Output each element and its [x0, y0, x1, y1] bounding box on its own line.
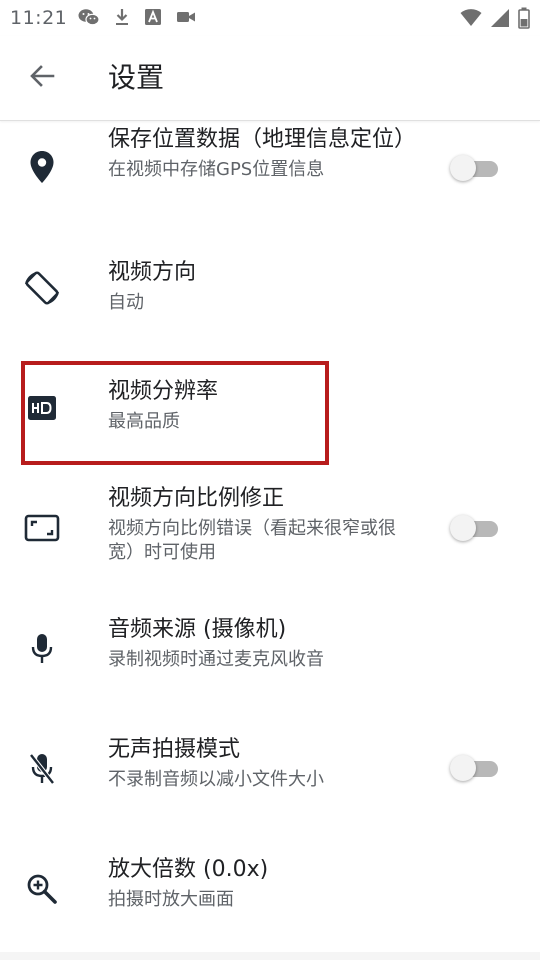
hd-icon [22, 388, 62, 428]
wifi-icon [460, 8, 482, 28]
setting-title: 视频方向比例修正 [108, 486, 285, 511]
back-button[interactable] [22, 58, 62, 98]
setting-text: 视频分辨率 最高品质 [108, 378, 408, 434]
save-location-toggle[interactable] [448, 153, 502, 183]
arrow-back-icon [28, 62, 56, 94]
setting-text: 保存位置数据（地理信息定位） 在视频中存储GPS位置信息 [108, 126, 417, 182]
setting-subtitle: 最高品质 [108, 411, 180, 432]
screen-rotation-icon [22, 268, 62, 308]
download-icon [114, 8, 130, 26]
page-title: 设置 [108, 61, 165, 94]
location-pin-icon [22, 147, 62, 187]
setting-text: 音频来源 (摄像机) 录制视频时通过麦克风收音 [108, 616, 408, 672]
navigation-bar [0, 952, 540, 960]
microphone-icon [22, 629, 62, 669]
aspect-correction-toggle[interactable] [448, 513, 502, 543]
setting-text: 视频方向 自动 [108, 259, 408, 315]
status-bar: 11:21 [0, 0, 540, 36]
setting-save-location[interactable]: 保存位置数据（地理信息定位） 在视频中存储GPS位置信息 [0, 121, 540, 233]
setting-video-orientation[interactable]: 视频方向 自动 [0, 241, 540, 351]
setting-subtitle: 在视频中存储GPS位置信息 [108, 159, 325, 180]
setting-subtitle: 不录制音频以减小文件大小 [108, 769, 324, 790]
setting-title: 视频分辨率 [108, 379, 219, 404]
setting-title: 无声拍摄模式 [108, 737, 241, 762]
setting-title: 保存位置数据（地理信息定位） [108, 127, 417, 152]
setting-text: 放大倍数 (0.0x) 拍摄时放大画面 [108, 856, 408, 912]
video-camera-icon [176, 9, 196, 25]
setting-text: 无声拍摄模式 不录制音频以减小文件大小 [108, 736, 408, 792]
setting-subtitle: 录制视频时通过麦克风收音 [108, 649, 324, 670]
wechat-icon [78, 8, 100, 26]
toggle-thumb [450, 515, 476, 541]
signal-icon [490, 8, 510, 28]
setting-subtitle: 自动 [108, 292, 144, 313]
status-time: 11:21 [10, 7, 68, 29]
battery-icon [518, 7, 530, 29]
status-system-icons [460, 7, 530, 29]
font-icon [144, 8, 162, 26]
setting-zoom[interactable]: 放大倍数 (0.0x) 拍摄时放大画面 [0, 839, 540, 949]
setting-audio-source[interactable]: 音频来源 (摄像机) 录制视频时通过麦克风收音 [0, 599, 540, 709]
setting-aspect-correction[interactable]: 视频方向比例修正 视频方向比例错误（看起来很窄或很宽）时可使用 [0, 477, 540, 593]
zoom-in-icon [22, 869, 62, 909]
aspect-ratio-icon [22, 508, 62, 548]
setting-video-resolution[interactable]: 视频分辨率 最高品质 [0, 361, 540, 467]
toggle-thumb [450, 155, 476, 181]
setting-title: 视频方向 [108, 260, 197, 285]
setting-subtitle: 拍摄时放大画面 [108, 889, 234, 910]
toggle-thumb [450, 755, 476, 781]
setting-text: 视频方向比例修正 视频方向比例错误（看起来很窄或很宽）时可使用 [108, 485, 408, 565]
setting-title: 音频来源 (摄像机) [108, 617, 287, 642]
silent-mode-toggle[interactable] [448, 753, 502, 783]
microphone-off-icon [22, 749, 62, 789]
app-bar: 设置 [0, 36, 540, 121]
setting-silent-mode[interactable]: 无声拍摄模式 不录制音频以减小文件大小 [0, 719, 540, 829]
setting-title: 放大倍数 (0.0x) [108, 857, 269, 882]
status-notification-icons [78, 8, 196, 26]
setting-subtitle: 视频方向比例错误（看起来很窄或很宽）时可使用 [108, 518, 396, 563]
